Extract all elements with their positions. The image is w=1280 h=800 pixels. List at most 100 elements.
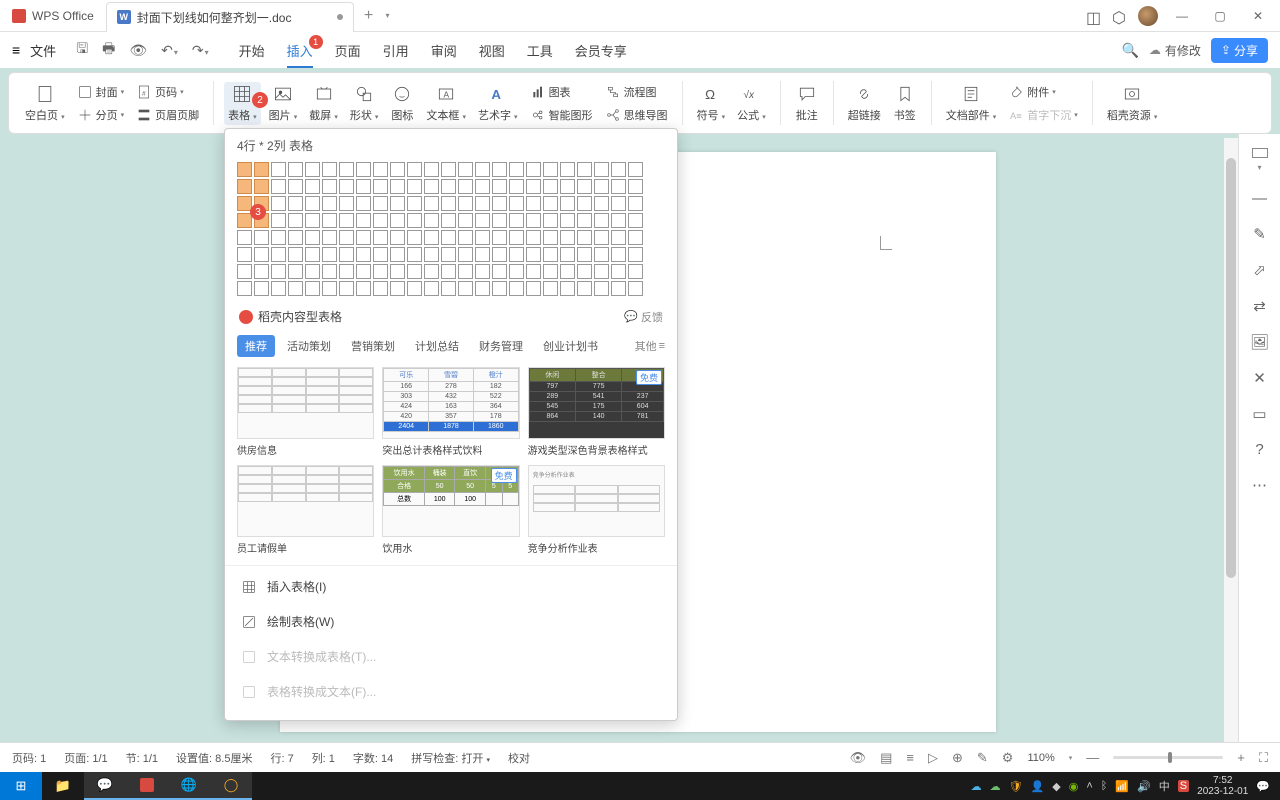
grid-cell[interactable]	[407, 179, 422, 194]
grid-cell[interactable]	[390, 179, 405, 194]
textbox-button[interactable]: A文本框 ▾	[422, 82, 470, 125]
hamburger-icon[interactable]: ≡	[12, 42, 20, 58]
grid-cell[interactable]	[356, 264, 371, 279]
grid-cell[interactable]	[594, 162, 609, 177]
grid-cell[interactable]	[611, 230, 626, 245]
grid-cell[interactable]	[339, 230, 354, 245]
tpl-tab-plan[interactable]: 计划总结	[407, 335, 467, 357]
grid-cell[interactable]	[441, 179, 456, 194]
grid-cell[interactable]	[271, 196, 286, 211]
grid-cell[interactable]	[458, 281, 473, 296]
tab-page[interactable]: 页面	[335, 41, 361, 60]
grid-cell[interactable]	[356, 196, 371, 211]
grid-cell[interactable]	[322, 281, 337, 296]
grid-cell[interactable]	[424, 179, 439, 194]
tray-ime-icon[interactable]: S	[1178, 780, 1189, 792]
edit-pencil-icon[interactable]: ✎	[1253, 225, 1266, 243]
grid-cell[interactable]	[271, 162, 286, 177]
grid-cell[interactable]	[305, 196, 320, 211]
task-explorer[interactable]: 📁	[42, 772, 84, 800]
grid-cell[interactable]	[492, 264, 507, 279]
grid-cell[interactable]	[271, 179, 286, 194]
grid-cell[interactable]	[594, 230, 609, 245]
grid-cell[interactable]	[577, 230, 592, 245]
doc-parts-button[interactable]: 文档部件 ▾	[942, 82, 1001, 125]
tray-volume-icon[interactable]: 🔊	[1137, 780, 1151, 793]
tpl-tab-business[interactable]: 创业计划书	[535, 335, 606, 357]
user-avatar[interactable]	[1138, 6, 1158, 26]
tpl-tab-other[interactable]: 其他 ≡	[635, 338, 665, 354]
bookmark-button[interactable]: 书签	[889, 82, 921, 125]
grid-cell[interactable]	[254, 264, 269, 279]
tray-cloud-icon[interactable]: ☁	[990, 780, 1001, 793]
grid-cell[interactable]	[237, 162, 252, 177]
zoom-slider[interactable]	[1113, 756, 1223, 759]
grid-cell[interactable]	[237, 247, 252, 262]
grid-cell[interactable]	[475, 196, 490, 211]
grid-cell[interactable]	[475, 230, 490, 245]
insert-table-action[interactable]: 插入表格(I)	[237, 572, 665, 601]
feedback-link[interactable]: 💬反馈	[624, 309, 663, 325]
grid-cell[interactable]	[271, 247, 286, 262]
help-icon[interactable]: ?	[1255, 441, 1263, 458]
grid-cell[interactable]	[356, 213, 371, 228]
grid-cell[interactable]	[594, 179, 609, 194]
grid-cell[interactable]	[611, 179, 626, 194]
grid-cell[interactable]	[458, 162, 473, 177]
grid-cell[interactable]	[373, 213, 388, 228]
grid-cell[interactable]	[254, 179, 269, 194]
more-dots-icon[interactable]: ⋯	[1252, 476, 1267, 494]
tray-chevron-icon[interactable]: ˄	[1086, 780, 1092, 792]
grid-cell[interactable]	[356, 162, 371, 177]
grid-cell[interactable]	[288, 264, 303, 279]
grid-cell[interactable]	[305, 247, 320, 262]
status-chars[interactable]: 字数: 14	[353, 750, 393, 766]
resource-button[interactable]: 稻壳资源 ▾	[1103, 82, 1162, 125]
grid-cell[interactable]	[492, 281, 507, 296]
rail-panel-toggle[interactable]: ▾	[1252, 148, 1268, 172]
grid-cell[interactable]	[390, 281, 405, 296]
cover-button[interactable]: 封面▾	[73, 82, 129, 102]
grid-cell[interactable]	[305, 264, 320, 279]
grid-cell[interactable]	[339, 179, 354, 194]
grid-cell[interactable]	[305, 281, 320, 296]
new-tab-button[interactable]: +	[354, 7, 382, 25]
grid-cell[interactable]	[611, 162, 626, 177]
grid-cell[interactable]	[509, 230, 524, 245]
grid-cell[interactable]	[407, 230, 422, 245]
tab-start[interactable]: 开始	[239, 41, 265, 60]
grid-cell[interactable]	[237, 179, 252, 194]
scrollbar-thumb[interactable]	[1226, 158, 1236, 578]
grid-cell[interactable]	[611, 196, 626, 211]
status-spell[interactable]: 拼写检查: 打开 ▾	[411, 750, 490, 766]
grid-cell[interactable]	[373, 179, 388, 194]
grid-cell[interactable]	[390, 247, 405, 262]
grid-cell[interactable]	[441, 264, 456, 279]
grid-cell[interactable]	[526, 264, 541, 279]
grid-cell[interactable]	[475, 213, 490, 228]
grid-cell[interactable]	[407, 162, 422, 177]
edit-view-icon[interactable]: ✎	[977, 750, 988, 766]
grid-cell[interactable]	[577, 247, 592, 262]
print-icon[interactable]: 🖶	[100, 36, 117, 64]
tray-shield-icon[interactable]: 🛡	[1009, 780, 1023, 793]
grid-cell[interactable]	[526, 162, 541, 177]
symbol-button[interactable]: Ω符号 ▾	[693, 82, 730, 125]
draw-table-action[interactable]: 绘制表格(W)	[237, 607, 665, 636]
grid-cell[interactable]	[628, 281, 643, 296]
header-footer-button[interactable]: 页眉页脚	[132, 105, 203, 125]
grid-cell[interactable]	[339, 213, 354, 228]
chart-button[interactable]: 图表	[526, 82, 597, 102]
grid-cell[interactable]	[526, 196, 541, 211]
tpl-tab-finance[interactable]: 财务管理	[471, 335, 531, 357]
select-arrow-icon[interactable]: ⬀	[1253, 261, 1266, 279]
grid-cell[interactable]	[560, 281, 575, 296]
grid-cell[interactable]	[458, 196, 473, 211]
grid-cell[interactable]	[560, 162, 575, 177]
close-button[interactable]: ✕	[1244, 2, 1272, 30]
picture-button[interactable]: 图片 ▾	[265, 82, 302, 125]
app-tab[interactable]: WPS Office	[0, 0, 106, 32]
grid-cell[interactable]	[628, 213, 643, 228]
save-icon[interactable]: 🖫	[74, 36, 90, 64]
grid-cell[interactable]	[271, 230, 286, 245]
